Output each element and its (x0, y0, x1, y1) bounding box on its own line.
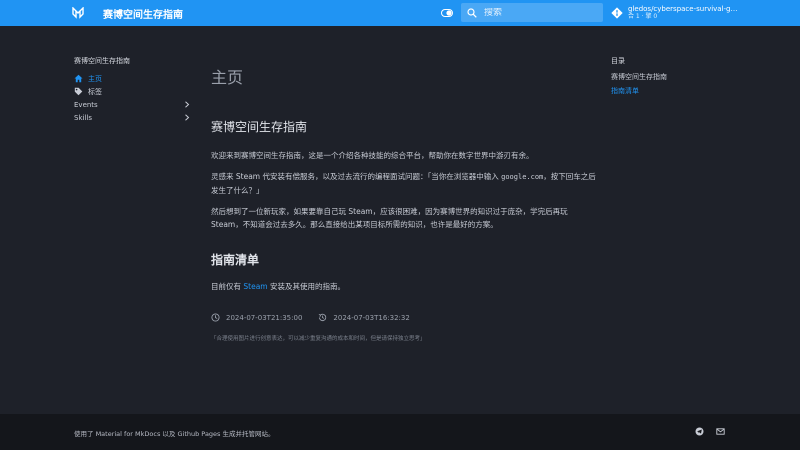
sidebar-item-label: Skills (74, 113, 92, 122)
sidebar-item-label: 标签 (88, 87, 102, 96)
paragraph-intro: 欢迎来到赛博空间生存指南，这是一个介绍各种技能的综合平台，帮助你在数字世界中游刃… (211, 151, 534, 160)
paragraph-text: 目前仅有 (211, 282, 244, 291)
paragraph-text: 安装及其使用的指南。 (267, 282, 345, 291)
telegram-icon[interactable] (695, 427, 704, 436)
top-header: 赛博空间生存指南 gledos/cyberspace-survival-guid… (0, 0, 800, 26)
sidebar-item-tags[interactable]: 标签 (74, 85, 190, 98)
inline-code: google.com (501, 173, 544, 181)
git-icon (611, 7, 623, 19)
search-icon (467, 7, 477, 18)
sidebar-item-skills[interactable]: Skills (74, 111, 190, 124)
section-heading-guide: 赛博空间生存指南 (211, 120, 308, 134)
table-of-contents: 目录 赛博空间生存指南 指南清单 (611, 56, 731, 100)
footnote-text: 「合理使用图片进行创意表达，可以减少重复沟通的成本和时间，但是请保持独立思考」 (211, 336, 426, 342)
clock-icon (211, 313, 220, 322)
paragraph-reason: 然后想到了一位新玩家，如果要靠自己玩 Steam，应该很困难，因为赛博世界的知识… (211, 207, 568, 229)
theme-toggle-icon[interactable] (441, 8, 453, 18)
toc-title: 目录 (611, 57, 625, 65)
toc-item-guide[interactable]: 赛博空间生存指南 (611, 72, 731, 82)
search-input[interactable] (484, 7, 594, 18)
steam-link[interactable]: Steam (243, 282, 267, 291)
sidebar-item-label: 主页 (88, 74, 102, 83)
chevron-right-icon (185, 101, 190, 108)
nav-title: 赛博空间生存指南 (74, 57, 130, 65)
section-heading-list: 指南清单 (211, 253, 260, 267)
repo-meta: 合 1 · 擎 0 (628, 13, 658, 20)
page-footer: 使用了 Material for MkDocs 以及 Github Pages … (0, 414, 800, 450)
home-icon (74, 74, 83, 83)
date-updated: 2024-07-03T16:32:32 (333, 313, 410, 322)
tag-icon (74, 87, 83, 96)
sidebar-item-events[interactable]: Events (74, 98, 190, 111)
history-icon (319, 313, 327, 322)
repo-link[interactable]: gledos/cyberspace-survival-guide 合 1 · 擎… (611, 5, 740, 21)
mail-icon[interactable] (716, 427, 725, 436)
paragraph-list: 目前仅有 Steam 安装及其使用的指南。 (211, 280, 601, 293)
chevron-right-icon (185, 114, 190, 121)
date-created: 2024-07-03T21:35:00 (226, 313, 303, 322)
page-title: 主页 (211, 68, 244, 87)
repo-name: gledos/cyberspace-survival-guide (628, 5, 740, 13)
sidebar-item-label: Events (74, 100, 98, 109)
footer-text: 使用了 Material for MkDocs 以及 Github Pages … (74, 430, 275, 438)
revision-dates: 2024-07-03T21:35:00 2024-07-03T16:32:32 (211, 313, 601, 322)
paragraph-text: 灵感来 Steam 代安装有偿服务，以及过去流行的编程面试问题：「当你在浏览器中… (211, 172, 499, 181)
site-title[interactable]: 赛博空间生存指南 (103, 6, 183, 21)
search-box[interactable] (461, 3, 603, 22)
toc-item-list[interactable]: 指南清单 (611, 86, 731, 96)
paragraph-inspiration: 灵感来 Steam 代安装有偿服务，以及过去流行的编程面试问题：「当你在浏览器中… (211, 170, 601, 197)
sidebar-item-home[interactable]: 主页 (74, 72, 190, 85)
logo-icon[interactable] (72, 7, 84, 19)
main-content: 主页 赛博空间生存指南 欢迎来到赛博空间生存指南，这是一个介绍各种技能的综合平台… (211, 64, 601, 342)
sidebar-nav: 赛博空间生存指南 主页 标签 Events Skills (74, 56, 190, 124)
